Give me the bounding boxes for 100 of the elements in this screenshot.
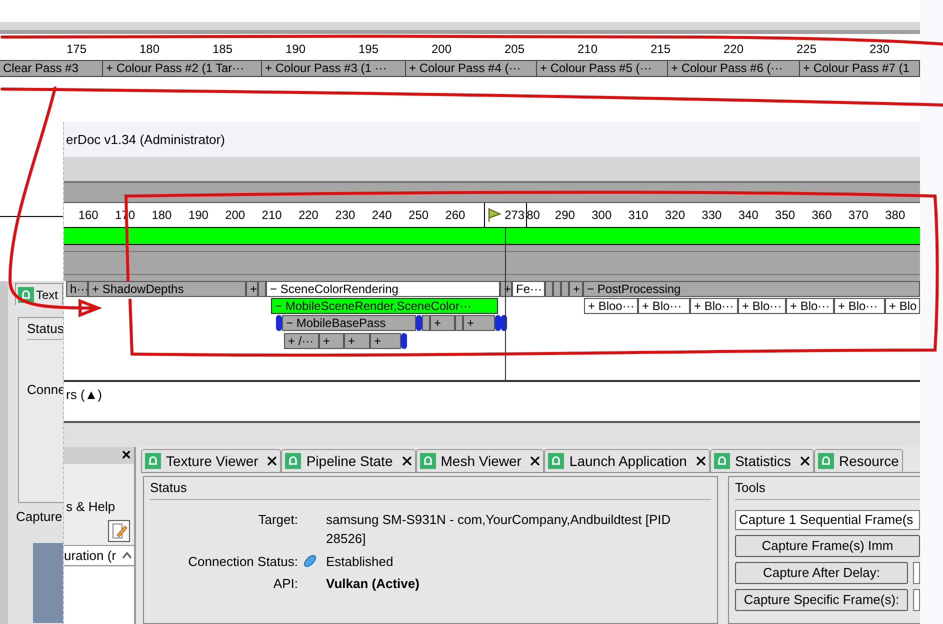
event-block[interactable]: − PostProcessing	[583, 281, 920, 297]
ruler-tick-label: 320	[664, 207, 686, 224]
pass-block[interactable]: + Colour Pass #4 (···	[406, 61, 537, 76]
event-block[interactable]: + Blo	[885, 298, 920, 314]
close-button[interactable]: ×	[122, 447, 131, 464]
pass-block[interactable]: + Colour Pass #5 (···	[537, 61, 668, 76]
ruler-tick-label: 80	[526, 207, 541, 224]
ruler-tick-label: 350	[774, 207, 796, 224]
panel-icon	[818, 453, 834, 469]
capture-button[interactable]: Capture Frame(s) Imm	[735, 534, 920, 556]
frames-field[interactable]: Capture 1 Sequential Frame(s	[735, 510, 920, 530]
field-value: Vulkan (Active)	[326, 575, 420, 593]
ruler-tick-label: 220	[722, 41, 745, 58]
close-icon[interactable]	[530, 456, 540, 466]
ruler-tick-label: 210	[576, 41, 599, 58]
pass-block[interactable]: + Colour Pass #2 (1 Tar···	[103, 61, 262, 76]
status-title: Status	[150, 477, 711, 500]
legend-text: rs (▲)	[66, 387, 102, 402]
capsule-icon	[302, 553, 318, 570]
panel-icon	[145, 453, 161, 469]
event-block[interactable]	[455, 315, 463, 331]
input-field[interactable]	[913, 588, 920, 610]
panel-icon	[714, 453, 730, 469]
event-block[interactable]	[561, 281, 569, 297]
pass-block[interactable]: Clear Pass #3	[0, 61, 103, 76]
event-block[interactable]: − MobileBasePass	[282, 315, 416, 331]
input-field[interactable]	[913, 562, 920, 584]
close-icon[interactable]	[267, 456, 278, 466]
pass-block[interactable]: + Colour Pass #3 (1 ···	[262, 61, 406, 76]
ruler-tick-label: 175	[65, 41, 88, 58]
ruler-tick-label: 300	[590, 207, 613, 224]
ruler-tick-label: 230	[334, 207, 356, 224]
event-block[interactable]: +	[246, 281, 258, 297]
close-icon[interactable]	[800, 456, 810, 466]
ruler-tick-label: 290	[554, 207, 576, 224]
ruler-tick-label: 380	[884, 207, 906, 224]
marker-cap[interactable]	[416, 315, 422, 331]
event-block[interactable]: h···	[66, 281, 88, 297]
ruler-tick-label: 250	[408, 207, 430, 224]
event-block[interactable]: +	[344, 333, 370, 349]
event-block[interactable]: + Bloo···	[584, 298, 638, 314]
event-block[interactable]: + Blo···	[738, 298, 786, 314]
tab[interactable]: Mesh Viewer	[416, 449, 544, 472]
event-block[interactable]: +	[319, 333, 344, 349]
ruler-tick-label: 185	[211, 41, 234, 58]
event-block[interactable]	[258, 281, 266, 297]
close-icon[interactable]	[696, 456, 706, 466]
event-block[interactable]	[545, 281, 553, 297]
ruler-tick-label: 205	[503, 41, 526, 58]
panel-icon	[548, 453, 564, 469]
event-block[interactable]: + ShadowDepths	[88, 281, 246, 297]
ruler-tick-label: 195	[357, 41, 380, 58]
event-block[interactable]: + Blo···	[638, 298, 690, 314]
event-block[interactable]: + /···	[284, 333, 319, 349]
pass-block[interactable]: + Colour Pass #6 (···	[668, 61, 800, 76]
marker-cap[interactable]	[276, 315, 282, 331]
ruler-tick-label: 260	[444, 207, 466, 224]
tab[interactable]: Pipeline State	[281, 449, 416, 472]
event-block[interactable]: + Blo···	[690, 298, 738, 314]
event-block[interactable]: Fe···	[512, 281, 545, 297]
field-label: Target:	[257, 510, 298, 529]
panel-icon	[285, 453, 302, 469]
window-title: erDoc v1.34 (Administrator)	[66, 130, 225, 149]
ruler-tick-label: 180	[150, 207, 173, 224]
capture-button[interactable]: Capture After Delay:	[735, 562, 908, 584]
ruler-tick-label: 190	[284, 41, 307, 58]
field-label: Connection Status:	[187, 552, 298, 570]
dock-tab[interactable]: Text	[15, 283, 63, 305]
ruler-tick-label: 240	[370, 207, 393, 224]
field-value: samsung SM-S931N - com,YourCompany,Andbuildtest [PID 28526]	[326, 510, 672, 548]
tab[interactable]: Launch Application	[544, 449, 710, 472]
ruler-tick-label: 360	[810, 207, 833, 224]
notepad-pencil-icon[interactable]	[108, 520, 130, 542]
tab[interactable]: Statistics	[710, 449, 814, 472]
caret-up-icon[interactable]	[122, 551, 132, 560]
tab[interactable]: Texture Viewer	[141, 449, 282, 472]
capture-button[interactable]: Capture Specific Frame(s):	[735, 588, 908, 610]
event-block[interactable]: +	[430, 315, 455, 331]
close-icon[interactable]	[402, 456, 412, 466]
tools-title: Tools	[735, 477, 920, 500]
marker-cap[interactable]	[401, 333, 407, 349]
event-block[interactable]: +	[463, 315, 495, 331]
ruler-tick-label: 370	[847, 207, 870, 224]
event-block[interactable]: + Blo···	[834, 298, 885, 314]
event-block[interactable]: +	[569, 281, 583, 297]
panel-icon	[420, 453, 436, 469]
ruler-tick-label: 200	[224, 207, 246, 224]
event-block[interactable]	[553, 281, 561, 297]
flag-icon	[486, 207, 501, 223]
field-value: Established	[326, 552, 394, 570]
ruler-tick-label: 310	[627, 207, 650, 224]
ruler-tick-label: 180	[138, 41, 161, 58]
event-block[interactable]: +	[370, 333, 401, 349]
field-label: API:	[272, 575, 298, 593]
marker-cap[interactable]	[495, 315, 501, 331]
event-block[interactable]: − MobileSceneRender,SceneColor···	[271, 298, 498, 314]
event-block[interactable]: + Blo···	[786, 298, 834, 314]
tab[interactable]: Resource	[814, 449, 903, 472]
event-block[interactable]: − SceneColorRendering	[266, 281, 500, 297]
ruler-tick-label: 160	[77, 207, 100, 224]
